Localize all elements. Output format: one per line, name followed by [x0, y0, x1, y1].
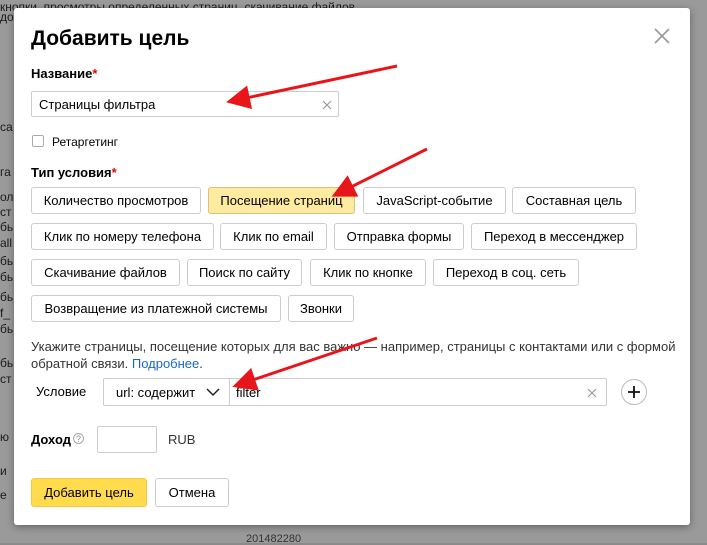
- background-fragment: бь: [0, 356, 14, 370]
- name-label-text: Название: [31, 66, 93, 81]
- chip-site-search[interactable]: Поиск по сайту: [187, 259, 302, 286]
- clear-icon[interactable]: [321, 99, 333, 111]
- background-fragment: бь: [0, 220, 14, 234]
- chip-payment-return[interactable]: Возвращение из платежной системы: [31, 295, 281, 322]
- background-fragment: ст: [0, 205, 12, 219]
- retargeting-label: Ретаргетинг: [52, 135, 119, 149]
- chip-email-click[interactable]: Клик по email: [220, 223, 327, 250]
- required-mark: *: [111, 165, 117, 180]
- chip-messenger[interactable]: Переход в мессенджер: [471, 223, 637, 250]
- condition-type-label: Тип условия*: [31, 165, 117, 180]
- hint-end: .: [199, 356, 203, 371]
- chip-javascript-event[interactable]: JavaScript-событие: [363, 187, 506, 214]
- currency-label: RUB: [168, 432, 196, 447]
- chip-phone-click[interactable]: Клик по номеру телефона: [31, 223, 214, 250]
- background-fragment: f_: [0, 306, 11, 320]
- chevron-down-icon: [206, 388, 220, 397]
- more-info-link[interactable]: Подробнее: [132, 356, 199, 371]
- chip-form-submit[interactable]: Отправка формы: [334, 223, 464, 250]
- plus-icon: [628, 386, 640, 398]
- chip-calls[interactable]: Звонки: [288, 295, 354, 322]
- condition-value: filter: [236, 385, 261, 400]
- background-fragment: бь: [0, 254, 14, 268]
- background-fragment: бь: [0, 290, 14, 304]
- help-icon[interactable]: ?: [73, 433, 84, 444]
- background-fragment: и: [0, 464, 7, 478]
- clear-icon[interactable]: [586, 387, 598, 399]
- background-fragment: all: [0, 236, 13, 250]
- goal-name-input[interactable]: Страницы фильтра: [31, 91, 339, 117]
- condition-value-input[interactable]: filter: [230, 378, 607, 406]
- chip-page-visits[interactable]: Посещение страниц: [208, 187, 355, 214]
- close-button[interactable]: [652, 26, 672, 46]
- condition-operator-value: url: содержит: [116, 385, 196, 400]
- condition-operator-select[interactable]: url: содержит: [103, 378, 230, 406]
- background-fragment: до: [0, 10, 14, 24]
- background-fragment: га: [0, 165, 11, 179]
- condition-type-label-text: Тип условия: [31, 165, 112, 180]
- background-fragment: ст: [0, 372, 12, 386]
- name-label: Название*: [31, 66, 97, 81]
- chip-button-click[interactable]: Клик по кнопке: [310, 259, 426, 286]
- required-mark: *: [92, 66, 98, 81]
- income-input[interactable]: [97, 426, 157, 453]
- dialog-title: Добавить цель: [31, 27, 190, 50]
- add-condition-button[interactable]: [621, 379, 647, 405]
- background-fragment: е: [0, 488, 7, 502]
- chip-composite-goal[interactable]: Составная цель: [512, 187, 636, 214]
- chip-page-views[interactable]: Количество просмотров: [31, 187, 201, 214]
- add-goal-button[interactable]: Добавить цель: [31, 478, 147, 507]
- background-bottom-text: 201482280: [246, 533, 302, 545]
- background-fragment: ю: [0, 430, 9, 444]
- hint-text: Укажите страницы, посещение которых для …: [31, 339, 676, 371]
- chip-file-download[interactable]: Скачивание файлов: [31, 259, 180, 286]
- retargeting-checkbox[interactable]: [32, 135, 44, 147]
- cancel-button[interactable]: Отмена: [155, 478, 229, 507]
- background-fragment: бь: [0, 322, 14, 336]
- background-fragment: ол: [0, 190, 14, 204]
- add-goal-dialog: Добавить цель Название* Страницы фильтра…: [14, 8, 690, 525]
- background-fragment: бь: [0, 270, 14, 284]
- goal-name-value: Страницы фильтра: [39, 97, 156, 112]
- background-fragment: са: [0, 120, 13, 134]
- chip-social-network[interactable]: Переход в соц. сеть: [433, 259, 579, 286]
- condition-label: Условие: [36, 384, 87, 399]
- condition-hint: Укажите страницы, посещение которых для …: [31, 338, 681, 372]
- income-label: Доход: [31, 432, 71, 447]
- close-icon: [654, 28, 670, 44]
